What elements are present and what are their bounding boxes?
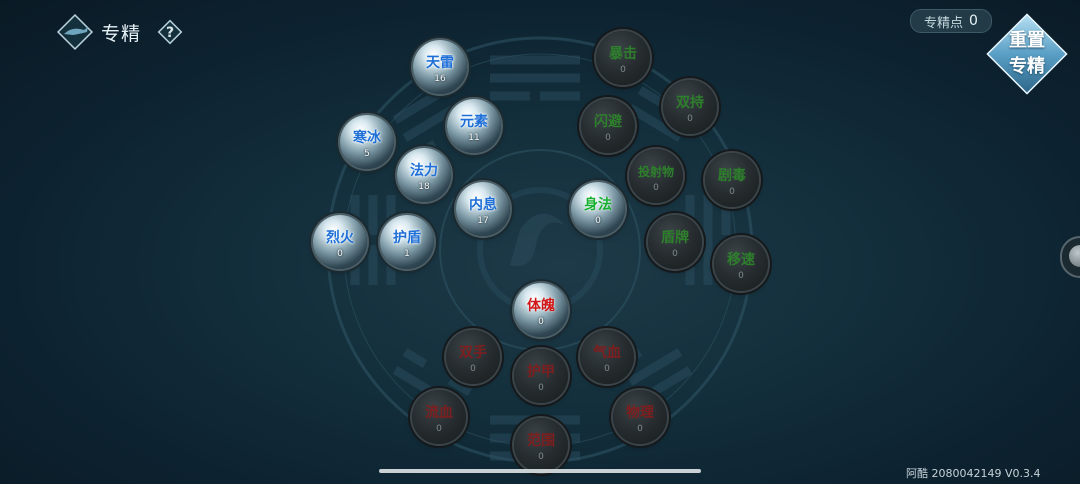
skill-node-value: 0: [337, 249, 343, 259]
skill-node-baoji[interactable]: 暴击 0: [596, 31, 650, 85]
background-emblem: [326, 36, 754, 464]
skill-node-liehuo[interactable]: 烈火 0: [313, 215, 367, 269]
orb-icon: [1069, 245, 1080, 267]
skill-node-value: 0: [672, 249, 678, 259]
skill-node-tipo[interactable]: 体魄 0: [514, 283, 568, 337]
skill-node-value: 0: [687, 114, 693, 124]
skill-node-dunpai[interactable]: 盾牌 0: [648, 215, 702, 269]
skill-node-value: 17: [477, 216, 489, 226]
skill-node-label: 暴击: [609, 46, 637, 62]
skill-node-label: 内息: [469, 197, 497, 213]
skill-node-yisu[interactable]: 移速 0: [714, 237, 768, 291]
skill-node-shuangshou[interactable]: 双手 0: [446, 330, 500, 384]
skill-node-toushewu[interactable]: 投射物 0: [629, 149, 683, 203]
skill-node-fanwei[interactable]: 范围 0: [514, 418, 568, 472]
version-text: 阿酷 2080042149 V0.3.4: [906, 467, 1041, 480]
skill-node-value: 0: [604, 364, 610, 374]
skill-node-value: 0: [637, 424, 643, 434]
skill-node-hujia[interactable]: 护甲 0: [514, 349, 568, 403]
skill-node-value: 11: [468, 133, 480, 143]
page-title: 专精: [101, 22, 142, 45]
skill-node-shenfa[interactable]: 身法 0: [571, 182, 625, 236]
skill-node-label: 剧毒: [718, 168, 746, 184]
skill-node-label: 流血: [425, 405, 453, 421]
skill-node-value: 0: [653, 183, 659, 193]
skill-node-label: 移速: [727, 252, 755, 268]
skill-node-label: 护甲: [527, 364, 555, 380]
skill-node-value: 16: [434, 74, 446, 84]
skill-node-label: 身法: [584, 197, 612, 213]
skill-node-value: 0: [436, 424, 442, 434]
skill-node-wuli[interactable]: 物理 0: [613, 390, 667, 444]
skill-node-hudun[interactable]: 护盾 1: [380, 215, 434, 269]
skill-node-yuansu[interactable]: 元素 11: [447, 99, 501, 153]
skill-node-value: 0: [470, 364, 476, 374]
skill-node-label: 双持: [676, 95, 704, 111]
reset-specialization-button[interactable]: 重置 专精: [984, 11, 1070, 97]
svg-text:?: ?: [166, 25, 174, 41]
skill-node-value: 5: [364, 149, 370, 159]
skill-node-label: 盾牌: [661, 230, 689, 246]
skill-node-shanbi[interactable]: 闪避 0: [581, 99, 635, 153]
skill-node-tianlei[interactable]: 天雷 16: [413, 40, 467, 94]
skill-node-value: 0: [729, 187, 735, 197]
skill-node-fali[interactable]: 法力 18: [397, 148, 451, 202]
skill-node-liuxue[interactable]: 流血 0: [412, 390, 466, 444]
skill-node-label: 护盾: [393, 230, 421, 246]
skill-node-label: 投射物: [637, 165, 674, 179]
skill-node-value: 0: [538, 383, 544, 393]
points-value: 0: [969, 13, 978, 29]
question-icon: ?: [157, 19, 183, 45]
help-button[interactable]: ?: [155, 17, 185, 47]
skill-node-hanbing[interactable]: 寒冰 5: [340, 115, 394, 169]
skill-node-judu[interactable]: 剧毒 0: [705, 153, 759, 207]
skill-node-label: 范围: [527, 433, 555, 449]
header-bar: 专精 ?: [55, 10, 185, 54]
skill-node-label: 天雷: [426, 55, 454, 71]
skill-node-value: 0: [605, 133, 611, 143]
reset-label-line1: 重置: [1009, 30, 1045, 51]
points-label: 专精点: [924, 15, 964, 31]
skill-node-label: 烈火: [326, 230, 354, 246]
specialization-points-badge: 专精点 0: [910, 9, 992, 33]
skill-node-qixue[interactable]: 气血 0: [580, 330, 634, 384]
side-drawer-tab[interactable]: [1060, 236, 1080, 278]
skill-node-value: 0: [738, 271, 744, 281]
whale-back-icon: [56, 13, 94, 51]
skill-node-label: 气血: [593, 345, 621, 361]
skill-node-shuangchi[interactable]: 双持 0: [663, 80, 717, 134]
skill-node-value: 0: [538, 452, 544, 462]
skill-node-neixi[interactable]: 内息 17: [456, 182, 510, 236]
skill-node-value: 18: [418, 182, 430, 192]
reset-label: 重置 专精: [984, 28, 1070, 80]
skill-node-value: 0: [538, 317, 544, 327]
skill-node-label: 闪避: [594, 114, 622, 130]
skill-node-label: 元素: [460, 114, 488, 130]
skill-node-value: 0: [620, 65, 626, 75]
skill-node-label: 双手: [459, 345, 487, 361]
reset-label-line2: 专精: [1009, 56, 1045, 77]
skill-node-value: 1: [404, 249, 410, 259]
skill-node-label: 法力: [410, 163, 438, 179]
skill-node-label: 寒冰: [353, 130, 381, 146]
skill-node-label: 物理: [626, 405, 654, 421]
skill-node-label: 体魄: [527, 298, 555, 314]
back-button[interactable]: [55, 12, 95, 52]
skill-node-value: 0: [595, 216, 601, 226]
gesture-bar[interactable]: [379, 469, 701, 473]
